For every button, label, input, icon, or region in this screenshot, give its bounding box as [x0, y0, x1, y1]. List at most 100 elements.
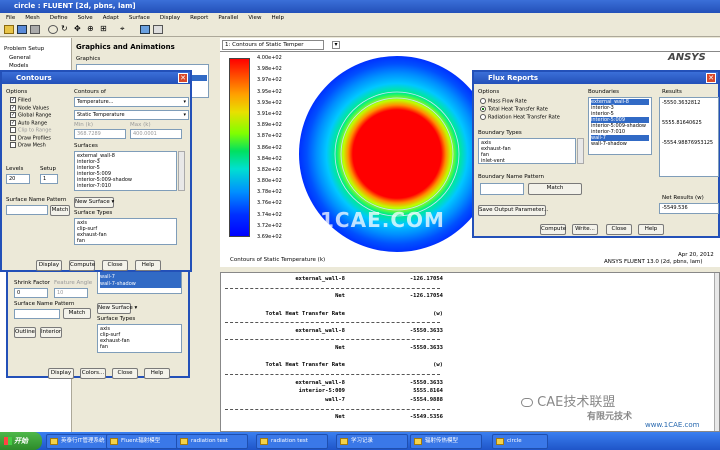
- radio[interactable]: [480, 98, 486, 104]
- checkbox[interactable]: [10, 127, 16, 133]
- levels-stepper[interactable]: 20: [6, 174, 30, 184]
- behind-close-button[interactable]: Close: [112, 368, 138, 379]
- behind-display-button[interactable]: Display: [48, 368, 74, 379]
- flux-option[interactable]: Total Heat Transfer Rate: [480, 106, 588, 114]
- option-filled[interactable]: ✓ Filled: [10, 97, 70, 105]
- checkbox[interactable]: [10, 142, 16, 148]
- rotate-icon[interactable]: ↻: [61, 25, 71, 34]
- taskbar-task[interactable]: radiation test: [256, 434, 328, 449]
- feature-field[interactable]: 10: [54, 288, 88, 298]
- behind-new-surface-button[interactable]: New Surface ▾: [97, 303, 137, 314]
- behind-match-button[interactable]: Match: [63, 308, 91, 319]
- checkbox[interactable]: ✓: [10, 104, 16, 111]
- nav-item-models[interactable]: Models: [9, 63, 28, 69]
- behind-list-item[interactable]: wall-7-shadow: [100, 281, 181, 288]
- surfaces-scrollbar[interactable]: [178, 151, 185, 191]
- contours-field-select[interactable]: Static Temperature ▾: [74, 110, 189, 120]
- taskbar-task[interactable]: 学习记录: [336, 434, 408, 449]
- close-button[interactable]: Close: [102, 260, 128, 271]
- menu-item-mesh[interactable]: Mesh: [25, 15, 39, 21]
- checkbox[interactable]: [10, 134, 16, 141]
- surface-type-item[interactable]: fan: [77, 238, 174, 244]
- flux-option[interactable]: Mass Flow Rate: [480, 98, 588, 106]
- behind-list-item[interactable]: wall-7: [100, 274, 181, 281]
- fit-icon[interactable]: ⊕: [87, 25, 97, 34]
- menu-item-solve[interactable]: Solve: [78, 15, 93, 21]
- save-icon[interactable]: [17, 25, 27, 34]
- radio[interactable]: [480, 114, 486, 120]
- behind-surface-types-list[interactable]: axis clip-surf exhaust-fan fan: [97, 324, 182, 353]
- checkbox[interactable]: ✓: [10, 119, 16, 126]
- taskbar-task[interactable]: radiation test: [176, 434, 248, 449]
- contours-category-select[interactable]: Temperature... ▾: [74, 97, 189, 107]
- zoom-icon[interactable]: [48, 25, 58, 34]
- boundary-pattern-input[interactable]: [480, 183, 524, 195]
- option-auto-range[interactable]: ✓ Auto Range: [10, 119, 70, 128]
- option-global-range[interactable]: ✓ Global Range: [10, 112, 70, 120]
- console[interactable]: external_wall-8 -126.17054 Net -126.17054 To…: [220, 272, 720, 432]
- flux-help-button[interactable]: Help: [638, 224, 664, 235]
- flux-close-button[interactable]: Close: [606, 224, 632, 235]
- taskbar-task[interactable]: Fluent辐射模型: [106, 434, 178, 449]
- surface-type-item[interactable]: fan: [100, 344, 179, 350]
- compute-button[interactable]: Compute: [69, 260, 95, 271]
- nav-problem-setup[interactable]: Problem Setup: [4, 46, 44, 52]
- surfaces-list[interactable]: external_wall-8 interior-3 interior-5 inter…: [74, 151, 177, 191]
- checkbox[interactable]: ✓: [10, 97, 16, 103]
- save-output-parameter-button[interactable]: Save Output Parameter...: [478, 205, 548, 216]
- tab-dropdown-icon[interactable]: ▾: [332, 41, 340, 49]
- option-node-values[interactable]: ✓ Node Values: [10, 104, 70, 113]
- window-icon[interactable]: [153, 25, 163, 34]
- boundary-type-item[interactable]: inlet-vent: [481, 158, 573, 163]
- surface-item[interactable]: interior-7:010: [77, 183, 174, 189]
- menu-item-display[interactable]: Display: [160, 15, 180, 21]
- menu-item-parallel[interactable]: Parallel: [218, 15, 238, 21]
- boundary-types-scrollbar[interactable]: [577, 138, 584, 164]
- new-surface-button[interactable]: New Surface ▾: [74, 197, 114, 208]
- outline-button[interactable]: Outline: [14, 327, 36, 338]
- boundary-item[interactable]: wall-7-shadow: [591, 141, 649, 147]
- option-draw-profiles[interactable]: Draw Profiles: [10, 134, 70, 143]
- layout-icon[interactable]: [140, 25, 150, 34]
- boundary-types-list[interactable]: axis exhaust-fan fan inlet-vent: [478, 138, 576, 164]
- option-draw-mesh[interactable]: Draw Mesh: [10, 142, 70, 150]
- behind-colors-button[interactable]: Colors...: [80, 368, 106, 379]
- flux-write-button[interactable]: Write...: [572, 224, 598, 235]
- probe-icon[interactable]: ⌖: [120, 25, 130, 34]
- nav-item-general[interactable]: General: [9, 55, 31, 61]
- surface-types-list[interactable]: axis clip-surf exhaust-fan fan: [74, 218, 177, 245]
- setup-stepper[interactable]: 1: [40, 174, 58, 184]
- help-button[interactable]: Help: [135, 260, 161, 271]
- flux-match-button[interactable]: Match: [528, 183, 582, 195]
- menu-item-adapt[interactable]: Adapt: [103, 15, 119, 21]
- match-button[interactable]: Match: [50, 205, 70, 216]
- taskbar-task[interactable]: 辐射传热模型: [410, 434, 482, 449]
- shrink-field[interactable]: 0: [14, 288, 48, 298]
- flux-compute-button[interactable]: Compute: [540, 224, 566, 235]
- contours-close-icon[interactable]: ✕: [178, 73, 188, 83]
- menu-item-help[interactable]: Help: [271, 15, 284, 21]
- pattern-input[interactable]: [6, 205, 48, 215]
- behind-help-button[interactable]: Help: [144, 368, 170, 379]
- zoom-in-icon[interactable]: ⊞: [100, 25, 110, 34]
- pan-icon[interactable]: ✥: [74, 25, 84, 34]
- option-clip-to-range[interactable]: Clip to Range: [10, 127, 70, 135]
- print-icon[interactable]: [30, 25, 40, 34]
- radio[interactable]: [480, 106, 486, 112]
- display-button[interactable]: Display: [36, 260, 62, 271]
- min-field[interactable]: 368.7289: [74, 129, 126, 139]
- checkbox[interactable]: ✓: [10, 112, 16, 118]
- behind-pattern-input[interactable]: [14, 309, 60, 319]
- start-button[interactable]: 开始: [0, 432, 42, 450]
- taskbar-task[interactable]: circle: [492, 434, 548, 449]
- console-scrollbar[interactable]: [714, 273, 719, 431]
- open-icon[interactable]: [4, 25, 14, 34]
- menu-item-surface[interactable]: Surface: [129, 15, 150, 21]
- flux-close-icon[interactable]: ✕: [706, 73, 716, 83]
- menu-item-view[interactable]: View: [248, 15, 261, 21]
- menu-item-report[interactable]: Report: [190, 15, 208, 21]
- interior-button[interactable]: Interior: [40, 327, 62, 338]
- menu-item-file[interactable]: File: [6, 15, 15, 21]
- flux-option[interactable]: Radiation Heat Transfer Rate: [480, 114, 588, 122]
- max-field[interactable]: 400.0001: [130, 129, 182, 139]
